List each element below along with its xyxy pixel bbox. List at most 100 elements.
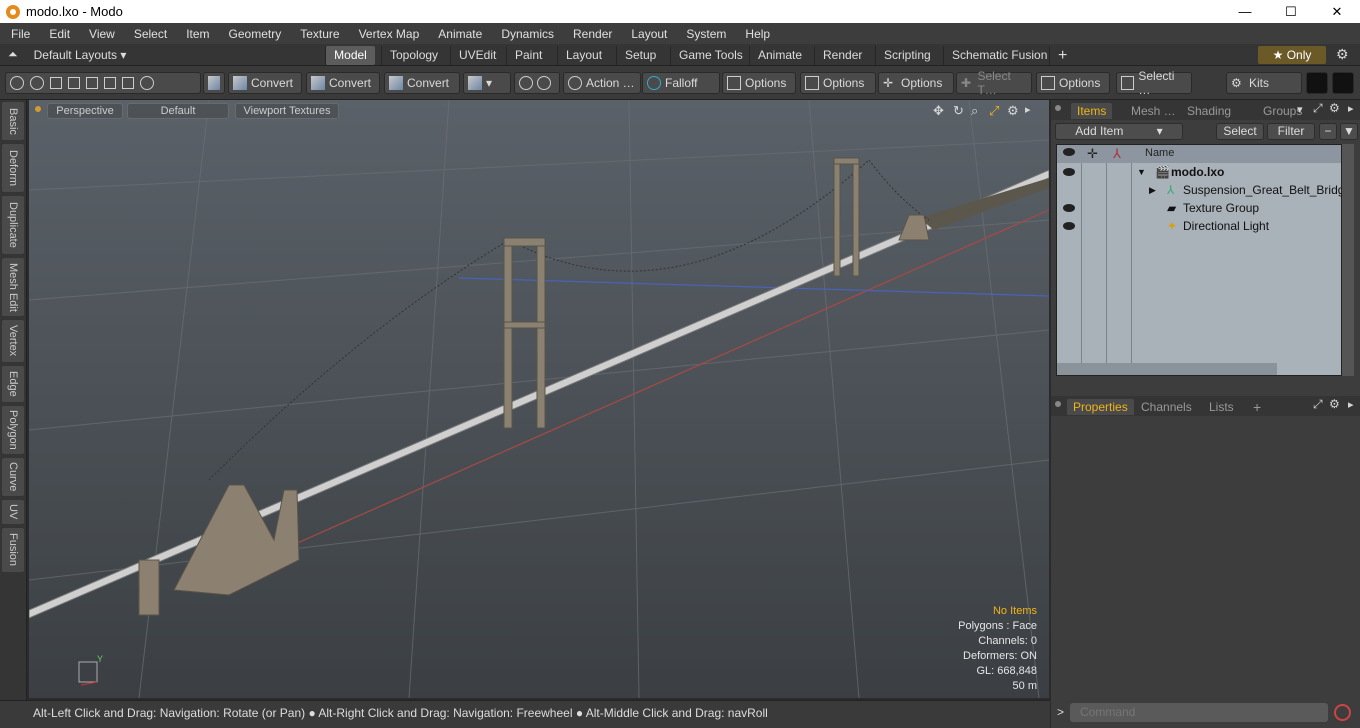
tab-mesh-edit[interactable]: Mesh Edit (2, 258, 24, 316)
tab-layout[interactable]: Layout (557, 46, 610, 65)
box-icon[interactable] (203, 72, 225, 94)
options-button-2[interactable]: Options (800, 72, 876, 94)
tab-animate[interactable]: Animate (749, 46, 810, 65)
selection-sets-button[interactable]: Selecti … (1116, 69, 1192, 97)
menu-animate[interactable]: Animate (427, 27, 490, 41)
select-button[interactable]: Select (1216, 123, 1264, 140)
rotate-icon[interactable]: ↻ (953, 103, 964, 119)
tab-channels[interactable]: Channels (1135, 399, 1198, 415)
options-button-4[interactable]: Options (1036, 72, 1110, 94)
menu-texture[interactable]: Texture (289, 27, 347, 41)
name-header[interactable]: Name (1145, 147, 1174, 159)
expand-arrow-icon[interactable]: ▼ (1137, 163, 1146, 181)
filter-button[interactable]: Filter (1267, 123, 1315, 140)
expand-icon[interactable]: ⤢ (1313, 101, 1323, 116)
collapse-icon[interactable]: ⏶ (8, 47, 18, 62)
select-through-button[interactable]: ✚ Select T… (956, 69, 1032, 97)
eye-icon[interactable] (1063, 204, 1075, 212)
convert-button-2[interactable]: Convert (306, 72, 380, 94)
item-select-icon[interactable] (122, 77, 134, 89)
panel-gear-icon[interactable]: ⚙ (1329, 397, 1340, 411)
horizontal-scrollbar[interactable] (1057, 363, 1277, 375)
menu-view[interactable]: View (78, 27, 123, 41)
collapse-all-icon[interactable]: − (1319, 123, 1337, 140)
viewport-dot-icon[interactable] (35, 106, 41, 112)
falloff-button[interactable]: Falloff (642, 72, 720, 94)
eye-icon[interactable] (1063, 168, 1075, 176)
kits-button[interactable]: ⚙ Kits (1226, 72, 1302, 94)
add-item-dropdown[interactable]: Add Item ▾ (1055, 123, 1183, 140)
options-button-1[interactable]: Options (722, 72, 796, 94)
pan-icon[interactable]: ✥ (933, 103, 944, 119)
eye-icon[interactable] (1063, 222, 1075, 230)
tab-schematic-fusion[interactable]: Schematic Fusion (943, 46, 1055, 65)
viewport-textures-dropdown[interactable]: Viewport Textures (235, 103, 339, 119)
globe-icon[interactable] (30, 76, 44, 90)
command-input[interactable] (1070, 703, 1328, 722)
vertical-scrollbar[interactable] (1342, 144, 1354, 376)
only-toggle[interactable]: ★ Only (1258, 46, 1326, 64)
list-item[interactable]: ▰ Texture Group (1057, 199, 1341, 217)
menu-select[interactable]: Select (123, 27, 175, 41)
edge-select-icon[interactable] (86, 77, 98, 89)
unity-icon[interactable] (1306, 72, 1328, 94)
viewport-gear-icon[interactable]: ⚙ (1007, 103, 1019, 119)
tab-lists[interactable]: Lists (1203, 399, 1240, 415)
options-button-3[interactable]: ✛ Options (878, 72, 954, 94)
tab-shading[interactable]: Shading (1181, 103, 1237, 119)
fit-icon[interactable]: ⤢ (989, 103, 999, 119)
tab-fusion[interactable]: Fusion (2, 528, 24, 572)
close-button[interactable]: ✕ (1314, 0, 1360, 23)
panel-menu-icon[interactable]: ▸ (1348, 102, 1354, 115)
action-center-button[interactable]: Action … (563, 72, 641, 94)
panel-menu-icon[interactable]: ▸ (1348, 398, 1354, 411)
add-tab-button[interactable]: + (1247, 399, 1267, 415)
tab-curve[interactable]: Curve (2, 458, 24, 496)
minimize-button[interactable]: — (1222, 0, 1268, 23)
lasso-icon[interactable] (68, 77, 80, 89)
tab-polygon[interactable]: Polygon (2, 406, 24, 454)
tab-vertex[interactable]: Vertex (2, 320, 24, 362)
menu-help[interactable]: Help (734, 27, 778, 41)
convert-button-3[interactable]: Convert (384, 72, 460, 94)
tab-scripting[interactable]: Scripting (875, 46, 939, 65)
gear-icon[interactable]: ⚙ (1336, 46, 1349, 63)
tabs-dropdown-icon[interactable]: ▾ (1297, 103, 1303, 116)
menu-geometry[interactable]: Geometry (218, 27, 290, 41)
tab-basic[interactable]: Basic (2, 102, 24, 140)
menu-file[interactable]: File (0, 27, 38, 41)
expand-arrow-icon[interactable]: ▶ (1149, 181, 1156, 199)
tab-deform[interactable]: Deform (2, 144, 24, 192)
tab-duplicate[interactable]: Duplicate (2, 196, 24, 254)
symmetry-buttons[interactable] (514, 72, 560, 94)
menu-layout[interactable]: Layout (620, 27, 675, 41)
panel-dot-icon[interactable] (1055, 401, 1061, 407)
polygon-select-icon[interactable] (104, 77, 116, 89)
maximize-button[interactable]: ☐ (1268, 0, 1314, 23)
tab-mesh[interactable]: Mesh … (1125, 103, 1182, 119)
tab-paint[interactable]: Paint (506, 46, 550, 65)
record-icon[interactable] (1334, 704, 1351, 721)
funnel-icon[interactable]: ▼ (1340, 123, 1358, 140)
viewport-menu-icon[interactable]: ▸ (1025, 103, 1031, 116)
menu-render[interactable]: Render (562, 27, 620, 41)
list-item[interactable]: ▼ 🎬 modo.lxo (1057, 163, 1341, 181)
tab-uvedit[interactable]: UVEdit (450, 46, 504, 65)
tab-topology[interactable]: Topology (381, 46, 446, 65)
tab-render[interactable]: Render (814, 46, 870, 65)
perspective-dropdown[interactable]: Perspective (47, 103, 123, 119)
tab-uv[interactable]: UV (2, 500, 24, 524)
menu-item[interactable]: Item (175, 27, 217, 41)
work-plane-dropdown[interactable]: ▾ (463, 72, 511, 94)
menu-dynamics[interactable]: Dynamics (490, 27, 562, 41)
vertex-select-icon[interactable] (10, 76, 24, 90)
tab-game-tools[interactable]: Game Tools (670, 46, 751, 65)
shading-dropdown[interactable]: Default (127, 103, 229, 119)
menu-system[interactable]: System (675, 27, 734, 41)
tab-properties[interactable]: Properties (1067, 399, 1134, 415)
panel-dot-icon[interactable] (1055, 105, 1061, 111)
tab-model[interactable]: Model (325, 46, 375, 65)
tab-edge[interactable]: Edge (2, 366, 24, 402)
expand-icon[interactable]: ⤢ (1313, 397, 1323, 412)
list-item[interactable]: ✦ Directional Light (1057, 217, 1341, 235)
